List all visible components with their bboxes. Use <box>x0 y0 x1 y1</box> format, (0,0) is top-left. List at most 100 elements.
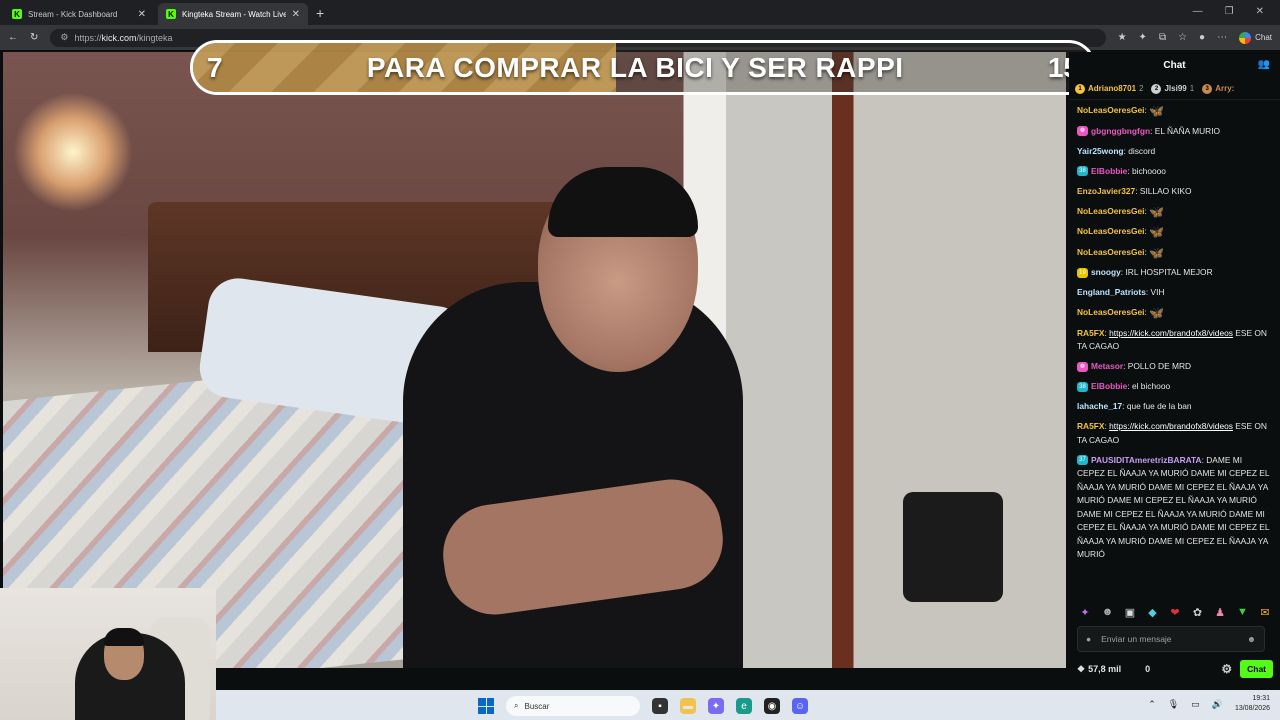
emote-icon[interactable]: ✉ <box>1257 605 1273 619</box>
more-menu-icon[interactable]: ⋯ <box>1217 32 1227 43</box>
maximize-icon[interactable]: ❐ <box>1225 6 1234 17</box>
chat-username[interactable]: England_Patriots <box>1077 287 1146 297</box>
chat-input[interactable]: ● Enviar un mensaje ☻ <box>1077 626 1265 652</box>
back-icon[interactable]: ← <box>8 32 18 43</box>
volume-icon[interactable]: 🔊 <box>1212 699 1223 710</box>
chat-username[interactable]: Yair25wong <box>1077 146 1124 156</box>
chat-message: RA5FX: https://kick.com/brandofx8/videos… <box>1077 421 1267 445</box>
chat-link[interactable]: https://kick.com/brandofx8/videos <box>1109 421 1233 431</box>
chat-message: ❁ gbgnggbngfgn: EL ÑAÑA MURIO <box>1077 125 1272 139</box>
subscriber-badge: 38 <box>1077 381 1088 392</box>
leaderboard-entry[interactable]: 2 Jlsi99 1 <box>1151 83 1194 94</box>
chat-message: 38 ElBobbie: el bichooo <box>1077 380 1272 394</box>
minimize-icon[interactable]: — <box>1193 6 1203 17</box>
goal-start-value: 7 <box>207 51 223 83</box>
taskbar-clock[interactable]: 19:31 13/08/2026 <box>1235 694 1270 714</box>
chat-panel: Chat 👥 1 Adriano8701 2 2 Jlsi99 1 3 Arry: NoLea… <box>1069 52 1280 690</box>
bookmark-star-icon[interactable]: ★ <box>1118 32 1127 43</box>
leader-name: Arry: <box>1215 84 1235 93</box>
new-tab-icon[interactable]: + <box>316 5 324 21</box>
kick-favicon-icon: K <box>12 9 22 19</box>
edge-browser-icon[interactable]: e <box>736 698 752 714</box>
close-tab-icon[interactable]: ✕ <box>292 9 300 20</box>
file-explorer-icon[interactable]: ▬ <box>680 698 696 714</box>
emote-icon[interactable]: ☻ <box>1100 605 1116 619</box>
goal-progress-bar: 7 PARA COMPRAR LA BICI Y SER RAPPI 15 <box>190 40 1096 95</box>
windows-start-icon[interactable] <box>478 698 494 714</box>
butterfly-emote-icon: 🦋 <box>1149 306 1165 320</box>
chat-username[interactable]: NoLeasOeresGei <box>1077 206 1145 216</box>
emote-icon[interactable]: ♟ <box>1212 605 1228 619</box>
chat-username[interactable]: NoLeasOeresGei <box>1077 307 1145 317</box>
chat-username[interactable]: NoLeasOeresGei <box>1077 226 1145 236</box>
task-view-icon[interactable]: ▪ <box>652 698 668 714</box>
chat-input-placeholder: Enviar un mensaje <box>1101 634 1172 644</box>
window-controls: — ❐ ✕ <box>1177 0 1280 23</box>
trash-bin <box>903 492 1003 602</box>
chat-text: que fue de la ban <box>1126 401 1192 411</box>
discord-icon[interactable]: ☺ <box>792 698 808 714</box>
taskbar-search-placeholder: Buscar <box>524 701 550 711</box>
close-tab-icon[interactable]: ✕ <box>138 9 146 20</box>
emote-icon[interactable]: ▼ <box>1235 605 1251 619</box>
channel-points[interactable]: ❖ 57,8 mil <box>1077 664 1121 675</box>
emote-icon[interactable]: ✦ <box>1077 605 1093 619</box>
chat-footer: ❖ 57,8 mil 0 ⚙ Chat <box>1077 658 1273 680</box>
profile-avatar-icon[interactable]: ● <box>1199 32 1205 43</box>
rank-badge-icon: 2 <box>1151 83 1162 94</box>
video-player[interactable] <box>3 52 1066 668</box>
lamp-glow <box>13 92 133 212</box>
chat-message: NoLeasOeresGei: 🦋 <box>1077 104 1165 118</box>
chat-username[interactable]: snoogy <box>1091 267 1121 277</box>
chat-text: DAME MI CEPEZ EL ÑAAJA YA MURIÓ DAME MI … <box>1077 454 1270 560</box>
close-window-icon[interactable]: ✕ <box>1256 6 1264 17</box>
chat-message: ❁ Metasor: POLLO DE MRD <box>1077 360 1272 374</box>
chat-username[interactable]: RA5FX <box>1077 421 1104 431</box>
chat-username[interactable]: PAUSIDITAmeretrizBARATA <box>1091 455 1202 465</box>
network-icon[interactable]: ▭ <box>1191 699 1200 710</box>
chat-message: NoLeasOeresGei: 🦋 <box>1077 306 1165 320</box>
points-icon: ❖ <box>1077 663 1086 674</box>
chat-username[interactable]: ElBobbie <box>1091 381 1127 391</box>
emote-icon[interactable]: ❤ <box>1167 605 1183 619</box>
chat-username[interactable]: NoLeasOeresGei <box>1077 105 1145 115</box>
browser-chat-button[interactable]: Chat <box>1239 31 1272 44</box>
copilot-app-icon[interactable]: ✦ <box>708 698 724 714</box>
taskbar-search[interactable]: ⌕ Buscar <box>506 696 640 716</box>
microphone-icon[interactable]: 🎙 <box>1168 699 1179 710</box>
gear-icon[interactable]: ⚙ <box>1221 662 1232 676</box>
kick-favicon-icon: K <box>166 9 176 19</box>
chat-username[interactable]: NoLeasOeresGei <box>1077 247 1145 257</box>
tray-chevron-icon[interactable]: ⌃ <box>1148 699 1156 710</box>
leaderboard-entry[interactable]: 3 Arry: <box>1202 83 1237 94</box>
site-info-icon[interactable]: ⚙ <box>60 32 68 43</box>
chat-username[interactable]: gbgnggbngfgn <box>1091 126 1150 136</box>
chat-link[interactable]: https://kick.com/brandofx8/videos <box>1109 328 1233 338</box>
webcam-overlay <box>0 588 216 720</box>
chat-message: lahache_17: que fue de la ban <box>1077 401 1192 411</box>
puzzle-icon[interactable]: ⧉ <box>1159 32 1166 43</box>
obs-icon[interactable]: ◉ <box>764 698 780 714</box>
emoji-picker-icon[interactable]: ☻ <box>1247 634 1256 644</box>
chat-username[interactable]: Metasor <box>1091 361 1123 371</box>
browser-tab-dashboard[interactable]: K Stream - Kick Dashboard ✕ <box>4 3 154 25</box>
send-chat-button[interactable]: Chat <box>1240 660 1273 678</box>
chat-message: 19 snoogy: IRL HOSPITAL MEJOR <box>1077 266 1272 280</box>
favorites-icon[interactable]: ☆ <box>1178 32 1187 43</box>
chat-username[interactable]: EnzoJavier327 <box>1077 186 1135 196</box>
reload-icon[interactable]: ↻ <box>30 32 38 43</box>
taskbar-apps: ⌕ Buscar ▪ ▬ ✦ e ◉ ☺ <box>478 696 808 716</box>
browser-tab-stream[interactable]: K Kingteka Stream - Watch Live on Kick ✕ <box>158 3 308 25</box>
chat-username[interactable]: lahache_17 <box>1077 401 1122 411</box>
tab-title: Kingteka Stream - Watch Live on Kick <box>182 9 286 19</box>
chat-text: POLLO DE MRD <box>1127 361 1192 371</box>
chat-username[interactable]: ElBobbie <box>1091 166 1127 176</box>
chat-username[interactable]: RA5FX <box>1077 328 1104 338</box>
emote-icon[interactable]: ▣ <box>1122 605 1138 619</box>
leaderboard-entry[interactable]: 1 Adriano8701 2 <box>1075 83 1143 94</box>
chat-message: RA5FX: https://kick.com/brandofx8/videos… <box>1077 327 1267 352</box>
emote-icon[interactable]: ✿ <box>1190 605 1206 619</box>
emote-icon[interactable]: ◆ <box>1145 605 1161 619</box>
users-icon[interactable]: 👥 <box>1258 59 1270 70</box>
extension-icon[interactable]: ✦ <box>1139 32 1147 43</box>
